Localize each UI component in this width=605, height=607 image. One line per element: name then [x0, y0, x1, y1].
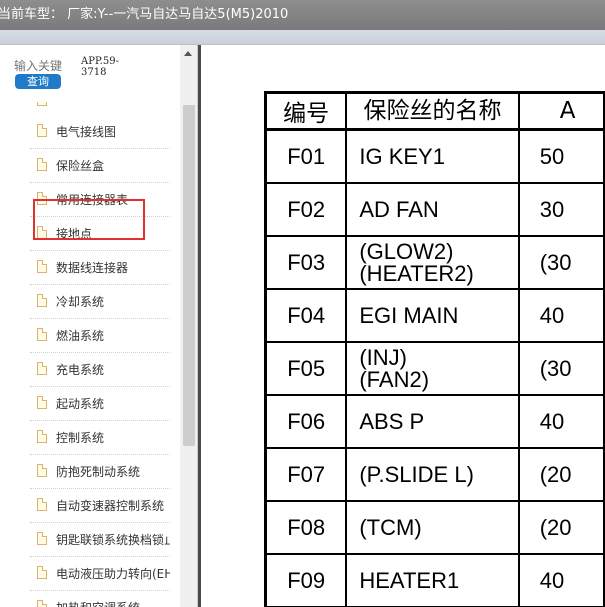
- tree-item[interactable]: 燃油系统: [30, 318, 170, 353]
- document-icon: [37, 396, 47, 409]
- header-amp: A: [517, 91, 605, 131]
- tree-item-label: 电气接线图: [56, 125, 117, 139]
- fuse-code: F09: [264, 553, 348, 607]
- header-name: 保险丝的名称: [345, 91, 520, 131]
- tree-item-label: 防抱死制动系统: [56, 465, 141, 479]
- fuse-name: HEATER1: [345, 553, 520, 607]
- tree-item-label: 钥匙联锁系统换档锁止: [56, 533, 170, 547]
- fuse-name: (INJ) (FAN2): [345, 341, 520, 396]
- document-viewer: 编号 保险丝的名称 A F01 IG KEY1 50 F02 AD FAN 30 F03 (G…: [201, 45, 605, 607]
- table-header-row: 编号 保险丝的名称 A: [264, 91, 605, 131]
- fuse-code: F05: [264, 341, 348, 396]
- table-row: F04 EGI MAIN 40: [264, 288, 605, 343]
- toolbar-strip: [0, 30, 605, 45]
- fuse-code: F06: [264, 394, 348, 449]
- fuse-amperage: (30: [517, 341, 605, 396]
- fuse-amperage: 30: [517, 182, 605, 237]
- tree-item[interactable]: 防抱死制动系统: [30, 454, 170, 489]
- document-icon: [37, 362, 47, 375]
- fuse-name: IG KEY1: [345, 128, 520, 184]
- tree-item[interactable]: 充电系统: [30, 352, 170, 387]
- table-row: F07 (P.SLIDE L) (20: [264, 447, 605, 502]
- tree-item-label: 电动液压助力转向(EH: [56, 567, 170, 581]
- document-icon: [37, 260, 47, 273]
- fuse-code: F01: [264, 128, 348, 184]
- table-row: F01 IG KEY1 50: [264, 128, 605, 184]
- fuse-name: (TCM): [345, 500, 520, 555]
- table-row: F09 HEATER1 40: [264, 553, 605, 607]
- document-icon: [37, 464, 47, 477]
- tree-item-label: 控制系统: [56, 431, 105, 445]
- tree-item-label: 冷却系统: [56, 295, 105, 309]
- app-code-label: APP.59-3718: [81, 56, 119, 78]
- tree-item[interactable]: 起动系统: [30, 386, 170, 421]
- fuse-amperage: 40: [517, 553, 605, 607]
- tree-item-label: 数据线连接器: [56, 261, 129, 275]
- tree-item[interactable]: 数据线连接器: [30, 250, 170, 285]
- fuse-name: (P.SLIDE L): [345, 447, 520, 502]
- tree-item[interactable]: 电动液压助力转向(EH: [30, 556, 170, 591]
- tree-item[interactable]: 加热和空调系统: [30, 590, 170, 607]
- header-code: 编号: [264, 91, 348, 131]
- tree-item-label: 起动系统: [56, 397, 105, 411]
- tree-item[interactable]: 保险丝盒: [30, 148, 170, 183]
- fuse-name: EGI MAIN: [345, 288, 520, 343]
- fuse-name: ABS P: [345, 394, 520, 449]
- fuse-amperage: (20: [517, 447, 605, 502]
- fuse-amperage: 50: [517, 128, 605, 184]
- fuse-amperage: 40: [517, 288, 605, 343]
- document-icon: [37, 430, 47, 443]
- table-row: F05 (INJ) (FAN2) (30: [264, 341, 605, 396]
- tree-item-label: 保险丝盒: [56, 159, 105, 173]
- fuse-table: 编号 保险丝的名称 A F01 IG KEY1 50 F02 AD FAN 30 F03 (G…: [264, 91, 605, 607]
- tree-item[interactable]: 控制系统: [30, 420, 170, 455]
- table-row: F08 (TCM) (20: [264, 500, 605, 555]
- document-icon: [37, 294, 47, 307]
- tree-scrollbar[interactable]: [180, 45, 197, 607]
- window-title: 当前车型： 厂家:Y--一汽马自达马自达5(M5)2010: [0, 7, 289, 22]
- table-row: F06 ABS P 40: [264, 394, 605, 449]
- navigation-panel: 查询 APP.59-3718 电气接线图保险丝盒常用连接器表接地点数据线连接器冷…: [0, 45, 198, 607]
- tree-item[interactable]: 电气接线图: [30, 114, 170, 149]
- document-icon: [37, 600, 47, 607]
- arrow-up-icon[interactable]: [184, 51, 192, 56]
- tree-item[interactable]: 钥匙联锁系统换档锁止: [30, 522, 170, 557]
- fuse-code: F04: [264, 288, 348, 343]
- table-row: F02 AD FAN 30: [264, 182, 605, 237]
- fuse-code: F07: [264, 447, 348, 502]
- selection-highlight: [33, 199, 145, 240]
- fuse-code: F02: [264, 182, 348, 237]
- tree-item-label: 加热和空调系统: [56, 599, 140, 607]
- fuse-amperage: (30: [517, 235, 605, 290]
- tree-item-label: 充电系统: [56, 363, 105, 377]
- tree-item-label: 自动变速器控制系统: [56, 499, 165, 513]
- fuse-code: F03: [264, 235, 348, 290]
- tree-item[interactable]: 冷却系统: [30, 284, 170, 319]
- document-icon: [37, 328, 47, 341]
- document-icon: [37, 498, 47, 511]
- fuse-name: (GLOW2) (HEATER2): [345, 235, 520, 290]
- scroll-thumb[interactable]: [183, 105, 195, 446]
- fuse-amperage: 40: [517, 394, 605, 449]
- document-icon: [37, 102, 47, 106]
- search-button[interactable]: 查询: [15, 74, 61, 89]
- tree-item-label: 燃油系统: [56, 329, 105, 343]
- fuse-amperage: (20: [517, 500, 605, 555]
- search-area: 查询 APP.59-3718: [0, 45, 180, 102]
- window-title-bar: 当前车型： 厂家:Y--一汽马自达马自达5(M5)2010: [0, 0, 605, 30]
- fuse-name: AD FAN: [345, 182, 520, 237]
- tree-item[interactable]: 自动变速器控制系统: [30, 488, 170, 523]
- document-icon: [37, 158, 47, 171]
- fuse-code: F08: [264, 500, 348, 555]
- category-tree: 电气接线图 保险丝盒 常用连接器表 接地点 数据线连接器 冷却系统 燃油系统 充电系统 起动系统…: [0, 102, 180, 607]
- table-row: F03 (GLOW2) (HEATER2) (30: [264, 235, 605, 290]
- document-icon: [37, 566, 47, 579]
- document-icon: [37, 532, 47, 545]
- document-icon: [37, 124, 47, 137]
- search-input[interactable]: [14, 57, 62, 75]
